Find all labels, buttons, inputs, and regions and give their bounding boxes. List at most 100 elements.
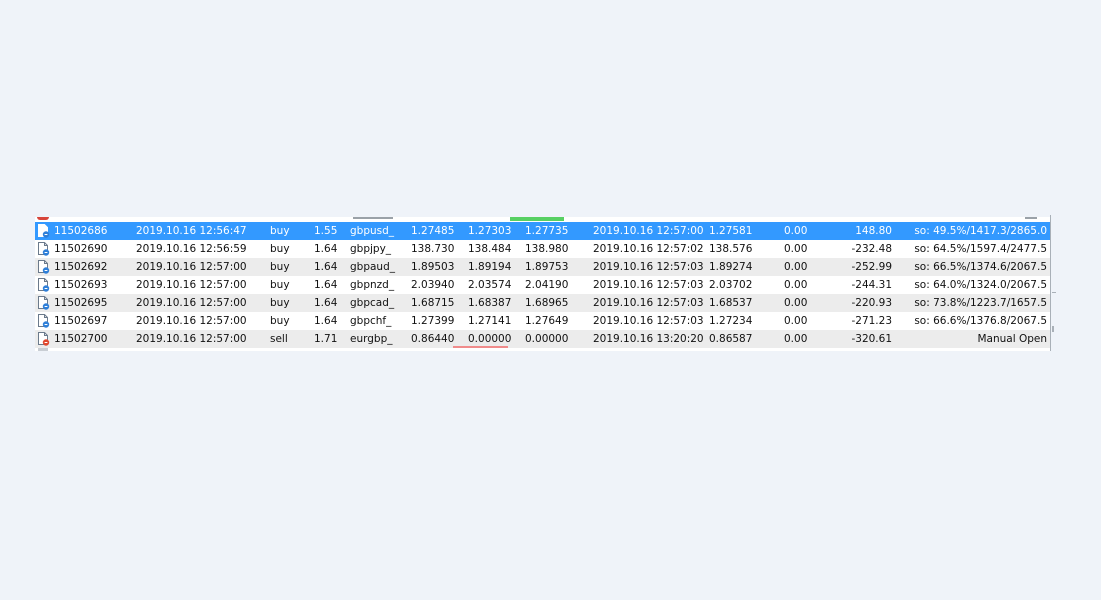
close-price-cell: 1.68537 bbox=[709, 297, 753, 309]
volume-cell: 1.71 bbox=[314, 333, 338, 345]
table-row[interactable]: 11502692 2019.10.16 12:57:00 buy 1.64 gb… bbox=[35, 258, 1050, 276]
comment-cell: so: 73.8%/1223.7/1657.5 bbox=[914, 297, 1047, 309]
symbol-cell: gbpaud_ bbox=[350, 261, 395, 273]
comment-cell: so: 49.5%/1417.3/2865.0 bbox=[914, 225, 1047, 237]
ticket-cell: 11502692 bbox=[54, 261, 108, 273]
order-icon-partial bbox=[37, 217, 49, 220]
take-profit-cell: 1.27649 bbox=[525, 315, 569, 327]
open-time-cell: 2019.10.16 12:56:59 bbox=[136, 243, 247, 255]
open-time-cell: 2019.10.16 12:57:00 bbox=[136, 333, 247, 345]
profit-cell: -244.31 bbox=[851, 279, 892, 291]
buy-order-icon bbox=[37, 224, 51, 238]
tp-hit-marker bbox=[510, 217, 564, 221]
table-row[interactable]: 11502697 2019.10.16 12:57:00 buy 1.64 gb… bbox=[35, 312, 1050, 330]
symbol-cell: gbpjpy_ bbox=[350, 243, 392, 255]
buy-order-icon bbox=[37, 260, 51, 274]
stop-loss-cell: 2.03574 bbox=[468, 279, 512, 291]
close-time-cell: 2019.10.16 12:57:02 bbox=[593, 243, 704, 255]
table-row[interactable]: 11502690 2019.10.16 12:56:59 buy 1.64 gb… bbox=[35, 240, 1050, 258]
close-price-cell: 1.89274 bbox=[709, 261, 753, 273]
close-time-cell: 2019.10.16 12:57:03 bbox=[593, 315, 704, 327]
order-icon-partial bbox=[38, 348, 48, 351]
volume-cell: 1.64 bbox=[314, 243, 338, 255]
panel-side-tick bbox=[1052, 292, 1056, 293]
type-cell: buy bbox=[270, 243, 290, 255]
stop-loss-cell: 1.68387 bbox=[468, 297, 512, 309]
profit-cell: 148.80 bbox=[855, 225, 892, 237]
take-profit-cell: 138.980 bbox=[525, 243, 569, 255]
comment-text-partial bbox=[1025, 217, 1037, 219]
comment-cell: so: 66.5%/1374.6/2067.5 bbox=[914, 261, 1047, 273]
ticket-cell: 11502700 bbox=[54, 333, 108, 345]
ticket-cell: 11502695 bbox=[54, 297, 108, 309]
comment-cell: so: 66.6%/1376.8/2067.5 bbox=[914, 315, 1047, 327]
trade-history-table: 11502686 2019.10.16 12:56:47 buy 1.55 gb… bbox=[35, 217, 1050, 351]
close-time-cell: 2019.10.16 13:20:20 bbox=[593, 333, 704, 345]
open-price-cell: 1.68715 bbox=[411, 297, 455, 309]
type-cell: buy bbox=[270, 297, 290, 309]
stop-loss-cell: 1.27141 bbox=[468, 315, 512, 327]
close-time-cell: 2019.10.16 12:57:03 bbox=[593, 279, 704, 291]
comment-cell: so: 64.5%/1597.4/2477.5 bbox=[914, 243, 1047, 255]
volume-cell: 1.55 bbox=[314, 225, 338, 237]
close-time-cell: 2019.10.16 12:57:03 bbox=[593, 297, 704, 309]
open-time-cell: 2019.10.16 12:56:47 bbox=[136, 225, 247, 237]
ticket-cell: 11502693 bbox=[54, 279, 108, 291]
symbol-cell: gbpcad_ bbox=[350, 297, 395, 309]
profit-cell: -220.93 bbox=[851, 297, 892, 309]
swap-cell: 0.00 bbox=[784, 279, 808, 291]
open-price-cell: 1.27485 bbox=[411, 225, 455, 237]
type-cell: sell bbox=[270, 333, 288, 345]
open-price-cell: 2.03940 bbox=[411, 279, 455, 291]
symbol-text-partial bbox=[353, 217, 393, 219]
open-time-cell: 2019.10.16 12:57:00 bbox=[136, 297, 247, 309]
close-price-cell: 0.86587 bbox=[709, 333, 753, 345]
type-cell: buy bbox=[270, 315, 290, 327]
type-cell: buy bbox=[270, 225, 290, 237]
symbol-cell: gbpusd_ bbox=[350, 225, 395, 237]
close-price-cell: 1.27234 bbox=[709, 315, 753, 327]
comment-cell: so: 64.0%/1324.0/2067.5 bbox=[914, 279, 1047, 291]
sell-order-icon bbox=[37, 332, 51, 346]
type-cell: buy bbox=[270, 261, 290, 273]
buy-order-icon bbox=[37, 296, 51, 310]
close-price-cell: 1.27581 bbox=[709, 225, 753, 237]
close-time-cell: 2019.10.16 12:57:03 bbox=[593, 261, 704, 273]
table-row[interactable]: 11502695 2019.10.16 12:57:00 buy 1.64 gb… bbox=[35, 294, 1050, 312]
ticket-cell: 11502690 bbox=[54, 243, 108, 255]
open-price-cell: 1.27399 bbox=[411, 315, 455, 327]
panel-right-border bbox=[1050, 215, 1051, 351]
table-row[interactable]: 11502693 2019.10.16 12:57:00 buy 1.64 gb… bbox=[35, 276, 1050, 294]
swap-cell: 0.00 bbox=[784, 243, 808, 255]
close-price-cell: 2.03702 bbox=[709, 279, 753, 291]
take-profit-cell: 0.00000 bbox=[525, 333, 569, 345]
symbol-cell: eurgbp_ bbox=[350, 333, 393, 345]
swap-cell: 0.00 bbox=[784, 315, 808, 327]
swap-cell: 0.00 bbox=[784, 261, 808, 273]
resize-grip[interactable] bbox=[1052, 326, 1054, 332]
open-time-cell: 2019.10.16 12:57:00 bbox=[136, 315, 247, 327]
take-profit-cell: 1.89753 bbox=[525, 261, 569, 273]
close-price-cell: 138.576 bbox=[709, 243, 753, 255]
buy-order-icon bbox=[37, 278, 51, 292]
take-profit-cell: 2.04190 bbox=[525, 279, 569, 291]
table-row[interactable]: 11502700 2019.10.16 12:57:00 sell 1.71 e… bbox=[35, 330, 1050, 349]
open-time-cell: 2019.10.16 12:57:00 bbox=[136, 261, 247, 273]
swap-cell: 0.00 bbox=[784, 297, 808, 309]
symbol-cell: gbpchf_ bbox=[350, 315, 392, 327]
symbol-cell: gbpnzd_ bbox=[350, 279, 395, 291]
buy-order-icon bbox=[37, 242, 51, 256]
take-profit-cell: 1.68965 bbox=[525, 297, 569, 309]
volume-cell: 1.64 bbox=[314, 315, 338, 327]
trade-rows: 11502686 2019.10.16 12:56:47 buy 1.55 gb… bbox=[35, 222, 1050, 349]
close-time-cell: 2019.10.16 12:57:00 bbox=[593, 225, 704, 237]
open-price-cell: 138.730 bbox=[411, 243, 455, 255]
buy-order-icon bbox=[37, 314, 51, 328]
table-row[interactable]: 11502686 2019.10.16 12:56:47 buy 1.55 gb… bbox=[35, 222, 1050, 240]
take-profit-cell: 1.27735 bbox=[525, 225, 569, 237]
profit-cell: -232.48 bbox=[851, 243, 892, 255]
swap-cell: 0.00 bbox=[784, 333, 808, 345]
volume-cell: 1.64 bbox=[314, 297, 338, 309]
open-time-cell: 2019.10.16 12:57:00 bbox=[136, 279, 247, 291]
type-cell: buy bbox=[270, 279, 290, 291]
